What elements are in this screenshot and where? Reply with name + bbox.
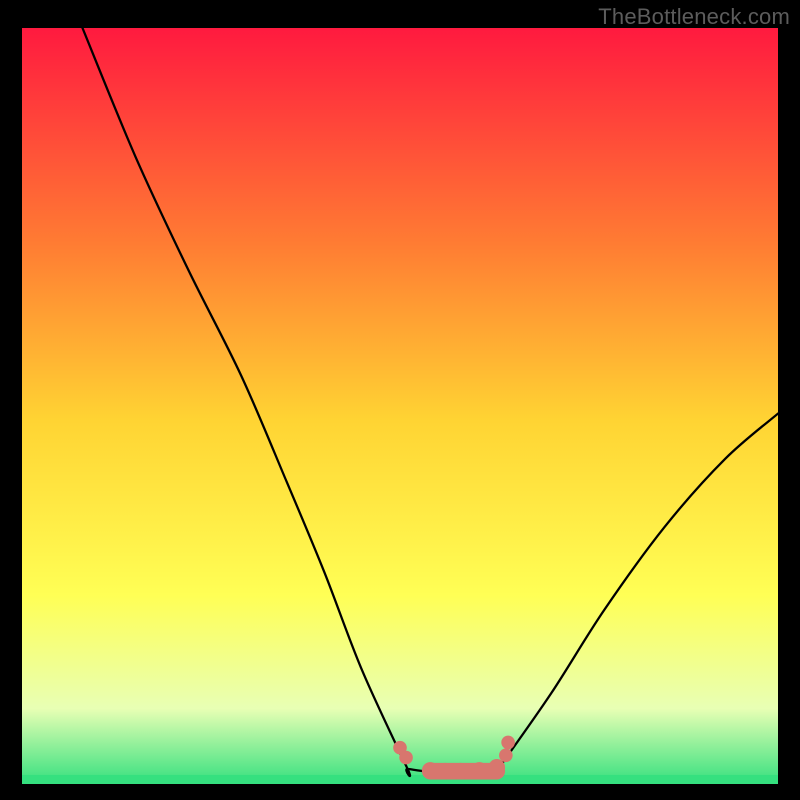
valley-point [471,762,488,779]
plot-frame [22,28,778,784]
gradient-background [22,28,778,784]
chart-root: TheBottleneck.com [0,0,800,800]
chart-canvas [22,28,778,784]
valley-point [499,748,513,762]
valley-point [452,763,469,780]
bottom-green-bar [22,775,778,784]
valley-point [437,763,454,780]
valley-point [422,762,439,779]
watermark-text: TheBottleneck.com [598,4,790,30]
valley-point [501,736,515,750]
valley-point [488,759,505,776]
valley-point [399,751,413,765]
